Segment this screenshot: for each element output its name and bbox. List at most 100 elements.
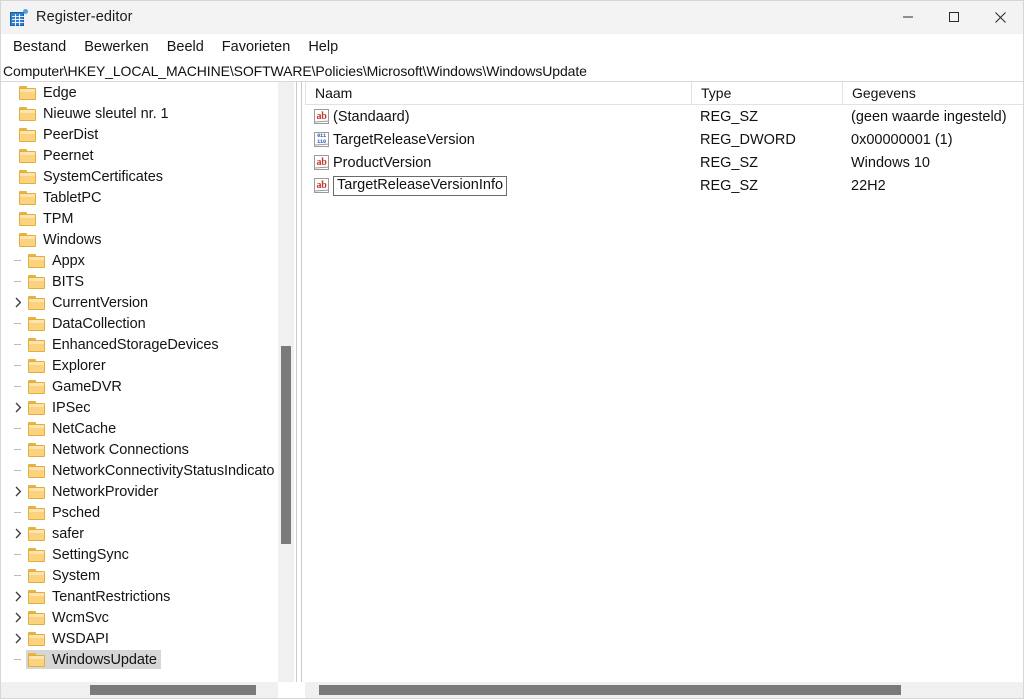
column-header-type[interactable]: Type: [691, 82, 842, 105]
folder-icon: [28, 317, 46, 331]
tree-item-psched[interactable]: Psched: [1, 502, 278, 523]
table-row[interactable]: abTargetReleaseVersionInfoREG_SZ22H2: [305, 174, 1023, 197]
value-name-text: ProductVersion: [332, 155, 431, 171]
tree-expander-placeholder: [1, 187, 17, 208]
tree-item-label: NetCache: [52, 421, 116, 437]
tree-expander-placeholder: [1, 124, 17, 145]
tree-horizontal-scrollbar-thumb[interactable]: [90, 685, 256, 695]
minimize-icon[interactable]: [885, 1, 931, 34]
tree-item-appx[interactable]: Appx: [1, 250, 278, 271]
tree-item-label: PeerDist: [43, 127, 98, 143]
tree-item-content: NetworkProvider: [26, 482, 162, 501]
tree-item-datacollection[interactable]: DataCollection: [1, 313, 278, 334]
tree-item-gamedvr[interactable]: GameDVR: [1, 376, 278, 397]
tree-connector: [10, 460, 26, 481]
menu-item-favorieten[interactable]: Favorieten: [213, 37, 300, 58]
tree-item-label: Appx: [52, 253, 85, 269]
tree-horizontal-scrollbar[interactable]: [1, 682, 278, 698]
tree-item-content: Psched: [26, 503, 104, 522]
value-name-text: TargetReleaseVersionInfo: [337, 177, 503, 193]
registry-values-list[interactable]: ab(Standaard)REG_SZ(geen waarde ingestel…: [305, 105, 1023, 197]
string-value-icon: ab: [314, 109, 329, 124]
menu-item-bewerken[interactable]: Bewerken: [75, 37, 157, 58]
tree-item-label: WcmSvc: [52, 610, 109, 626]
tree-vertical-scrollbar[interactable]: [278, 82, 294, 682]
tree-item-content: SettingSync: [26, 545, 133, 564]
folder-icon: [28, 590, 46, 604]
tree-item-networkconnectivitystatusindicato[interactable]: NetworkConnectivityStatusIndicato: [1, 460, 278, 481]
folder-icon: [19, 107, 37, 121]
tree-item-label: Edge: [43, 85, 77, 101]
tree-item-netcache[interactable]: NetCache: [1, 418, 278, 439]
tree-item-ipsec[interactable]: IPSec: [1, 397, 278, 418]
registry-tree-pane: Edge Nieuwe sleutel nr. 1 PeerDist Peernet S…: [1, 82, 294, 698]
chevron-right-icon[interactable]: [10, 481, 26, 502]
tree-connector: [10, 355, 26, 376]
tree-item-tpm[interactable]: TPM: [1, 208, 278, 229]
tree-item-edge[interactable]: Edge: [1, 82, 278, 103]
tree-item-safer[interactable]: safer: [1, 523, 278, 544]
list-horizontal-scrollbar[interactable]: [305, 682, 1023, 698]
tree-item-systemcertificates[interactable]: SystemCertificates: [1, 166, 278, 187]
tree-item-label: WindowsUpdate: [52, 652, 157, 668]
tree-item-settingsync[interactable]: SettingSync: [1, 544, 278, 565]
chevron-right-icon[interactable]: [10, 586, 26, 607]
address-bar[interactable]: Computer\HKEY_LOCAL_MACHINE\SOFTWARE\Pol…: [1, 60, 1023, 82]
registry-tree[interactable]: Edge Nieuwe sleutel nr. 1 PeerDist Peernet S…: [1, 82, 278, 682]
tree-vertical-scrollbar-thumb[interactable]: [281, 346, 291, 544]
menu-item-beeld[interactable]: Beeld: [158, 37, 213, 58]
folder-icon: [28, 632, 46, 646]
registry-editor-icon: [10, 9, 27, 26]
tree-item-peernet[interactable]: Peernet: [1, 145, 278, 166]
pane-splitter[interactable]: [294, 82, 305, 698]
value-data-cell: 0x00000001 (1): [842, 128, 1023, 151]
folder-icon: [19, 191, 37, 205]
tree-item-currentversion[interactable]: CurrentVersion: [1, 292, 278, 313]
chevron-right-icon[interactable]: [10, 523, 26, 544]
tree-item-enhancedstoragedevices[interactable]: EnhancedStorageDevices: [1, 334, 278, 355]
registry-values-pane: Naam Type Gegevens ab(Standaard)REG_SZ(g…: [305, 82, 1023, 698]
maximize-icon[interactable]: [931, 1, 977, 34]
tree-item-bits[interactable]: BITS: [1, 271, 278, 292]
tree-item-label: Windows: [43, 232, 101, 248]
list-horizontal-scrollbar-thumb[interactable]: [319, 685, 901, 695]
tree-item-label: CurrentVersion: [52, 295, 148, 311]
table-row[interactable]: 011110TargetReleaseVersionREG_DWORD0x000…: [305, 128, 1023, 151]
table-row[interactable]: ab(Standaard)REG_SZ(geen waarde ingestel…: [305, 105, 1023, 128]
tree-item-system[interactable]: System: [1, 565, 278, 586]
tree-item-peerdist[interactable]: PeerDist: [1, 124, 278, 145]
tree-item-content: EnhancedStorageDevices: [26, 335, 223, 354]
column-header-gegevens[interactable]: Gegevens: [842, 82, 1023, 105]
value-name-text: TargetReleaseVersion: [332, 132, 475, 148]
tree-item-content: NetworkConnectivityStatusIndicato: [26, 461, 278, 480]
tree-item-nieuwe-sleutel-nr-1[interactable]: Nieuwe sleutel nr. 1: [1, 103, 278, 124]
chevron-right-icon[interactable]: [10, 607, 26, 628]
tree-item-windowsupdate[interactable]: WindowsUpdate: [1, 649, 278, 670]
tree-item-network-connections[interactable]: Network Connections: [1, 439, 278, 460]
tree-item-tabletpc[interactable]: TabletPC: [1, 187, 278, 208]
tree-item-wsdapi[interactable]: WSDAPI: [1, 628, 278, 649]
value-name-cell: abProductVersion: [305, 151, 691, 174]
tree-item-content: Network Connections: [26, 440, 193, 459]
chevron-right-icon[interactable]: [10, 292, 26, 313]
tree-item-tenantrestrictions[interactable]: TenantRestrictions: [1, 586, 278, 607]
table-row[interactable]: abProductVersionREG_SZWindows 10: [305, 151, 1023, 174]
menu-item-help[interactable]: Help: [299, 37, 347, 58]
rename-input[interactable]: TargetReleaseVersionInfo: [333, 176, 507, 196]
tree-item-label: SettingSync: [52, 547, 129, 563]
tree-item-windows[interactable]: Windows: [1, 229, 278, 250]
tree-item-content: GameDVR: [26, 377, 126, 396]
tree-item-explorer[interactable]: Explorer: [1, 355, 278, 376]
tree-connector: [10, 439, 26, 460]
list-column-headers: Naam Type Gegevens: [305, 82, 1023, 105]
menu-item-bestand[interactable]: Bestand: [4, 37, 75, 58]
tree-item-label: Peernet: [43, 148, 93, 164]
column-header-naam[interactable]: Naam: [305, 82, 691, 105]
tree-connector: [10, 271, 26, 292]
tree-item-networkprovider[interactable]: NetworkProvider: [1, 481, 278, 502]
chevron-right-icon[interactable]: [10, 397, 26, 418]
chevron-right-icon[interactable]: [10, 628, 26, 649]
value-data-cell: Windows 10: [842, 151, 1023, 174]
tree-item-wcmsvc[interactable]: WcmSvc: [1, 607, 278, 628]
close-icon[interactable]: [977, 1, 1023, 34]
